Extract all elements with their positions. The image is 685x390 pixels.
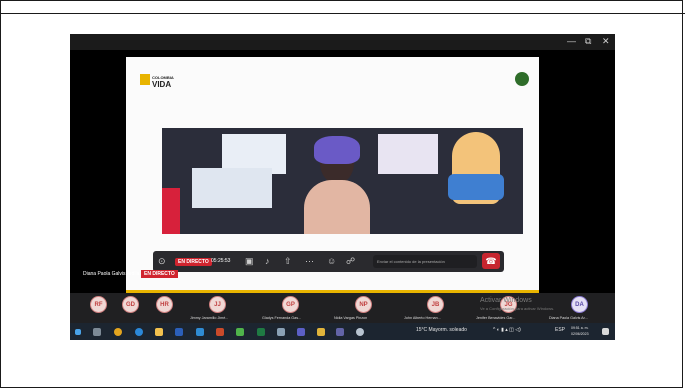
- participant-name: Gladys Fernanda Gas...: [262, 316, 302, 320]
- clock-time[interactable]: 09:51 a. m.: [571, 326, 589, 330]
- app-icon[interactable]: [297, 328, 305, 336]
- task-view-icon[interactable]: [93, 328, 101, 336]
- reactions-icon[interactable]: ☺: [327, 256, 336, 266]
- participant-avatar[interactable]: DA: [571, 296, 588, 313]
- participant-name: Jenifer Benavides Gar...: [476, 316, 516, 320]
- speaker-video: [162, 128, 523, 234]
- participant-avatar[interactable]: NP: [355, 296, 372, 313]
- logo-mark: [140, 74, 150, 85]
- chrome-icon[interactable]: [114, 328, 122, 336]
- clock-date[interactable]: 02/06/2023: [571, 332, 589, 336]
- activation-title: Activar Windows: [480, 297, 532, 304]
- participant-avatar[interactable]: HR: [156, 296, 173, 313]
- notifications-icon[interactable]: [602, 328, 609, 335]
- meeting-toolbar: ⊙ EN DIRECTO 05:25:53 ▣ ♪ ⇧ ⋯ ☺ ☍ Enviar…: [153, 251, 504, 272]
- participant-avatar[interactable]: JB: [427, 296, 444, 313]
- logo-main-text: VIDA: [152, 80, 172, 89]
- word-icon[interactable]: [175, 328, 183, 336]
- app-icon[interactable]: [356, 328, 364, 336]
- window-titlebar: — ⧉ ✕: [70, 34, 615, 50]
- maximize-icon[interactable]: ⧉: [585, 36, 591, 47]
- powerpoint-icon[interactable]: [216, 328, 224, 336]
- presentation-chat-input[interactable]: Enviar el contenido de la presentación: [373, 255, 477, 268]
- participant-avatar[interactable]: GD: [122, 296, 139, 313]
- activation-subtitle: Ve a Configuración para activar Windows.: [480, 306, 555, 311]
- excel-icon[interactable]: [257, 328, 265, 336]
- system-tray-icons[interactable]: ^ ◐ ▮ ▴ ◫ ◁): [493, 327, 521, 333]
- cartoon-shirt: [448, 174, 504, 200]
- phone-icon: ☎: [485, 256, 497, 266]
- teams-icon[interactable]: [336, 328, 344, 336]
- record-icon[interactable]: ⊙: [158, 256, 166, 266]
- wall-decoration: [162, 188, 180, 234]
- weather-widget[interactable]: 15°C Mayorm. soleado: [416, 327, 467, 333]
- participant-name: John Alberto Hernan...: [404, 316, 441, 320]
- elapsed-timer: 05:25:53: [211, 258, 231, 264]
- camera-icon[interactable]: ▣: [245, 256, 254, 266]
- hang-up-button[interactable]: ☎: [482, 253, 500, 269]
- participant-name: Jimmy Jaramillo Jimé...: [190, 316, 229, 320]
- presenter-live-badge: EN DIRECTO: [141, 270, 178, 278]
- meeting-screen: — ⧉ ✕ COLOMBIA VIDA ⊙ EN DIRECTO 05:25:5…: [70, 34, 615, 340]
- windows-activation-watermark: Activar Windows Ve a Configuración para …: [480, 297, 554, 313]
- speaker-body: [304, 180, 370, 234]
- share-icon[interactable]: ⇧: [284, 256, 292, 266]
- file-explorer-icon[interactable]: [155, 328, 163, 336]
- wall-poster: [192, 168, 272, 208]
- microphone-icon[interactable]: ♪: [265, 256, 270, 266]
- top-divider: [0, 13, 685, 14]
- presenter-name: Diana Paola Galvis Ardila: [83, 271, 140, 277]
- language-indicator[interactable]: ESP: [555, 327, 565, 333]
- close-icon[interactable]: ✕: [602, 36, 610, 47]
- store-icon[interactable]: [196, 328, 204, 336]
- institution-logo-icon: [515, 72, 529, 86]
- more-icon[interactable]: ⋯: [305, 256, 314, 266]
- participant-avatar[interactable]: JJ: [209, 296, 226, 313]
- app-icon[interactable]: [317, 328, 325, 336]
- participants-icon[interactable]: ☍: [346, 256, 355, 266]
- live-badge: EN DIRECTO: [175, 258, 212, 266]
- speaker-mask: [314, 136, 360, 164]
- participant-name: Nidia Vargas Pinzon: [334, 316, 368, 320]
- participant-avatar[interactable]: RF: [90, 296, 107, 313]
- edge-icon[interactable]: [135, 328, 143, 336]
- start-icon[interactable]: [75, 329, 81, 335]
- app-icon[interactable]: [277, 328, 285, 336]
- participant-name: Diana Paola Galvis Ar...: [549, 316, 588, 320]
- wall-poster: [378, 134, 438, 174]
- participant-avatar[interactable]: GP: [282, 296, 299, 313]
- app-icon[interactable]: [236, 328, 244, 336]
- slide-logo: COLOMBIA VIDA: [152, 75, 174, 89]
- windows-taskbar: 15°C Mayorm. soleado ^ ◐ ▮ ▴ ◫ ◁) ESP 09…: [70, 323, 615, 340]
- minimize-icon[interactable]: —: [567, 36, 576, 46]
